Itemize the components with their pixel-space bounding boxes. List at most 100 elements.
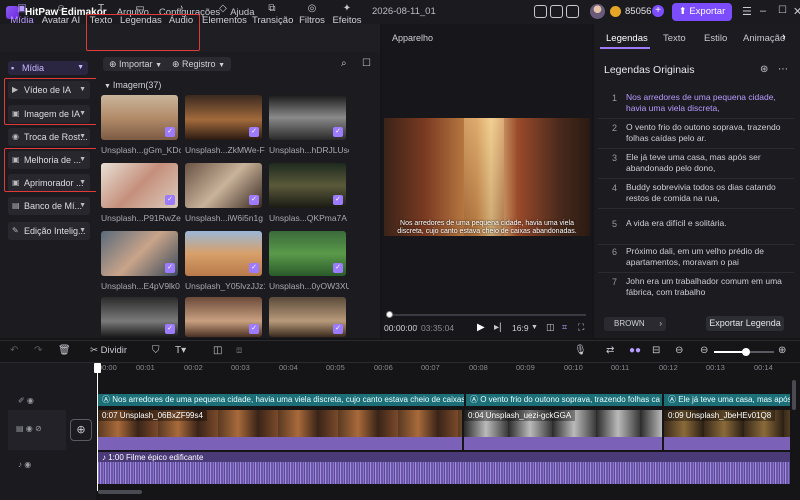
video-clip[interactable]: 0:04 Unsplash_uezi-gckGGA	[464, 410, 662, 450]
add-media-icon[interactable]: ⊕	[70, 419, 92, 441]
aspect-ratio-selector[interactable]: 16:9	[512, 323, 529, 333]
subtitle-clip[interactable]: Ⓐ O vento frio do outono soprava, trazen…	[466, 394, 662, 406]
export-button[interactable]: ⬆ Exportar	[672, 3, 732, 21]
timeline-scrollbar[interactable]	[98, 490, 142, 494]
undo-icon[interactable]: ↶	[10, 345, 18, 356]
tab-transition[interactable]: ⧉ Transição	[252, 3, 293, 26]
translate-icon[interactable]: ⊛	[760, 64, 768, 75]
calendar-icon[interactable]	[550, 5, 563, 18]
sidebar-folder-media[interactable]: ▪ Mídia ▼	[8, 61, 88, 75]
link-icon[interactable]: ⇄	[606, 345, 614, 356]
text-tool-icon[interactable]: T▾	[175, 345, 186, 356]
media-thumbnail[interactable]: ✓	[269, 163, 346, 208]
playhead-handle[interactable]	[94, 363, 101, 373]
tab-subtitles-panel[interactable]: Legendas	[606, 33, 648, 44]
mask-icon[interactable]: ⛉	[152, 345, 160, 356]
fullscreen-icon[interactable]: ⛶	[578, 322, 584, 333]
media-thumbnail[interactable]: ✓	[185, 163, 262, 208]
media-thumbnail[interactable]: ✓	[269, 231, 346, 276]
menu-icon[interactable]: ☰	[742, 5, 752, 18]
media-thumbnail[interactable]: ✓	[101, 297, 178, 337]
media-thumbnail[interactable]: ✓	[101, 231, 178, 276]
video-clip[interactable]: 0:09 Unsplash_JbeHEv01Q8	[664, 410, 790, 450]
tab-avatar-ai[interactable]: ☺ Avatar AI	[40, 3, 82, 26]
media-section-header[interactable]: ▼ Imagem(37)	[104, 80, 161, 90]
media-thumbnail[interactable]: ✓	[101, 163, 178, 208]
pip-icon[interactable]: ⊟	[652, 345, 660, 356]
split-button[interactable]: ✂ Dividir	[90, 345, 127, 356]
tab-audio[interactable]: ♪ Áudio	[168, 3, 194, 26]
microphone-icon[interactable]: 🎙	[574, 345, 587, 356]
subtitle-item[interactable]: 7 John era um trabalhador comum em uma fá…	[598, 273, 794, 303]
sidebar-item-ai-video[interactable]: ▶ Vídeo de IA ▼	[8, 81, 90, 99]
notification-icon[interactable]	[566, 5, 579, 18]
tab-style-panel[interactable]: Estilo	[704, 33, 727, 44]
subtitle-clip[interactable]: Ⓐ Ele já teve uma casa, mas após	[664, 394, 790, 406]
sidebar-item-enhancer[interactable]: ▣ Aprimorador ... ▼	[8, 174, 90, 192]
timeline-vertical-scrollbar[interactable]	[792, 380, 796, 410]
redo-icon[interactable]: ↷	[34, 345, 42, 356]
snapshot-icon[interactable]: ◫	[546, 322, 555, 333]
audio-clip[interactable]: ♪ 1:00 Filme épico edificante	[98, 452, 790, 484]
freeze-icon[interactable]: ◫	[213, 345, 222, 356]
tab-media[interactable]: ▣ Mídia	[8, 3, 36, 26]
close-icon[interactable]: ✕	[793, 5, 800, 18]
crop-tool-icon[interactable]: ⧈	[236, 345, 242, 356]
media-item-label: Unsplas...QKPma7A	[269, 213, 347, 223]
user-avatar[interactable]	[590, 4, 605, 19]
import-button[interactable]: ⊕ Importar ▼	[103, 57, 169, 71]
zoom-out-icon[interactable]: ⊖	[700, 345, 708, 356]
maximize-icon[interactable]: ☐	[778, 5, 787, 16]
media-thumbnail[interactable]: ✓	[101, 95, 178, 140]
subtitle-item[interactable]: 6 Próximo dali, em um velho prédio de apa…	[598, 243, 794, 273]
preview-progress-handle[interactable]	[386, 311, 393, 318]
subtitle-item[interactable]: 1 Nos arredores de uma pequena cidade, ha…	[598, 89, 794, 119]
subtitle-item[interactable]: 3 Ele já teve uma casa, mas após ser aban…	[598, 149, 794, 179]
tab-filters[interactable]: ◎ Filtros	[298, 3, 326, 26]
registro-button[interactable]: ⊕ Registro ▼	[166, 57, 232, 71]
search-icon[interactable]: ⌕	[341, 58, 347, 69]
tab-effects[interactable]: ✦ Efeitos	[332, 3, 362, 26]
play-icon[interactable]: ▶	[477, 322, 485, 333]
media-thumbnail[interactable]: ✓	[269, 297, 346, 337]
magnet-icon[interactable]: ●●	[629, 345, 641, 356]
audio-track-icon[interactable]: ♪ ◉	[18, 460, 31, 469]
chevron-right-icon[interactable]: ›	[782, 31, 786, 43]
sidebar-item-ai-image[interactable]: ▣ Imagem de IA ▼	[8, 105, 90, 123]
subtitle-clip[interactable]: Ⓐ Nos arredores de uma pequena cidade, h…	[98, 394, 464, 406]
fit-icon[interactable]: ⊖	[675, 345, 683, 356]
crop-icon[interactable]: ⌗	[562, 322, 567, 333]
video-preview[interactable]	[384, 118, 590, 236]
sidebar-item-media-bank[interactable]: ▤ Banco de Mí... ▼	[8, 197, 90, 215]
media-thumbnail[interactable]: ✓	[185, 297, 262, 337]
minimize-icon[interactable]: –	[760, 5, 766, 17]
subtitle-item[interactable]: 4 Buddy sobrevivia todos os dias catando …	[598, 179, 794, 209]
tab-text-panel[interactable]: Texto	[663, 33, 686, 44]
sidebar-item-smart-edit[interactable]: ✎ Edição Intelig... ▼	[8, 222, 90, 240]
media-thumbnail[interactable]: ✓	[269, 95, 346, 140]
subtitle-style-selector[interactable]: BROWN ›	[604, 317, 666, 331]
video-clip[interactable]: 0:07 Unsplash_06BxZF99s4	[98, 410, 462, 450]
select-all-icon[interactable]: ☐	[362, 58, 371, 69]
tab-text[interactable]: T Texto	[88, 3, 114, 26]
media-thumbnail[interactable]: ✓	[185, 231, 262, 276]
zoom-in-icon[interactable]: ⊕	[778, 345, 786, 356]
sidebar-item-face-swap[interactable]: ◉ Troca de Rost... ▼	[8, 128, 90, 146]
video-track-controls[interactable]: ▤ ◉ ⊘	[16, 424, 42, 433]
next-frame-icon[interactable]: ▸|	[494, 322, 502, 333]
export-subtitles-button[interactable]: Exportar Legenda	[706, 316, 784, 331]
delete-icon[interactable]: 🗑	[58, 345, 71, 356]
tab-elements[interactable]: ◇ Elementos	[202, 3, 247, 26]
preview-progress-track[interactable]	[386, 314, 586, 316]
subtitle-track-icon[interactable]: ✐ ◉	[18, 396, 34, 405]
subtitle-item[interactable]: 2O vento frio do outono soprava, trazend…	[598, 119, 794, 149]
media-thumbnail[interactable]: ✓	[185, 95, 262, 140]
tab-animation-panel[interactable]: Animação	[743, 33, 785, 44]
more-icon[interactable]: ⋯	[778, 64, 788, 75]
add-credits-button[interactable]: +	[652, 5, 664, 17]
subtitle-item[interactable]: 5A vida era difícil e solitária.	[598, 215, 794, 245]
sidebar-item-enhancement[interactable]: ▣ Melhoria de ... ▼	[8, 151, 90, 169]
zoom-slider-handle[interactable]	[742, 348, 750, 356]
feedback-icon[interactable]	[534, 5, 547, 18]
tab-subtitles[interactable]: ▭ Legendas	[120, 3, 162, 26]
